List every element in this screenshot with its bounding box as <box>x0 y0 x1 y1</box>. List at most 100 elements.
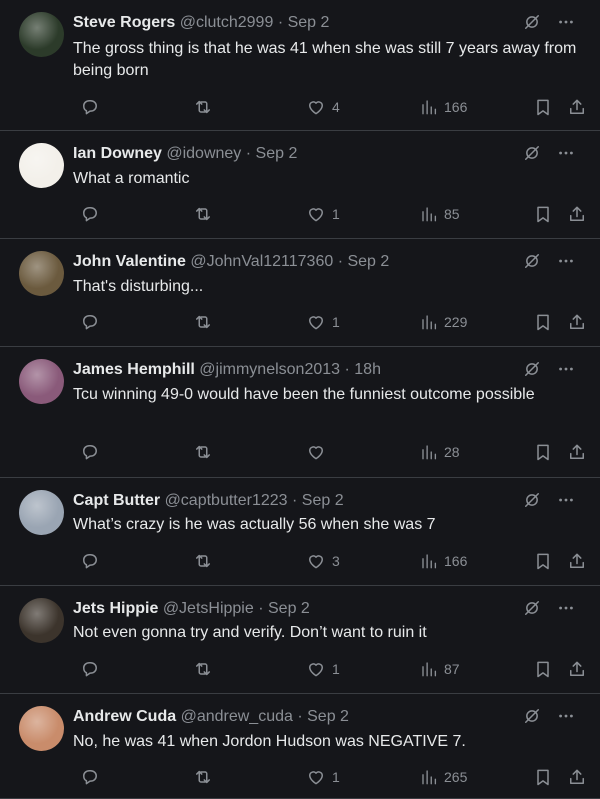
reply-button[interactable] <box>74 440 100 464</box>
grok-icon[interactable] <box>522 598 542 623</box>
bookmark-button[interactable] <box>527 95 553 119</box>
avatar[interactable] <box>19 12 64 57</box>
timestamp[interactable]: Sep 2 <box>256 145 298 162</box>
display-name[interactable]: Ian Downey <box>73 145 162 162</box>
tweet[interactable]: John Valentine @JohnVal12117360 · Sep 2 T… <box>0 239 600 347</box>
retweet-button[interactable] <box>187 765 213 789</box>
tweet[interactable]: Jets Hippie @JetsHippie · Sep 2 Not even … <box>0 586 600 694</box>
reply-button[interactable] <box>74 549 100 573</box>
views-button[interactable]: 85 <box>414 202 460 226</box>
tweet-header: Steve Rogers @clutch2999 · Sep 2 <box>73 12 329 34</box>
grok-icon[interactable] <box>522 490 542 515</box>
tweet[interactable]: Steve Rogers @clutch2999 · Sep 2 The gros… <box>0 0 600 131</box>
user-handle[interactable]: @JohnVal12117360 <box>190 253 333 270</box>
timestamp[interactable]: Sep 2 <box>268 600 310 617</box>
tweet[interactable]: James Hemphill @jimmynelson2013 · 18h Tcu… <box>0 347 600 478</box>
avatar[interactable] <box>19 490 64 535</box>
grok-icon[interactable] <box>522 359 542 384</box>
display-name[interactable]: Steve Rogers <box>73 14 175 31</box>
user-handle[interactable]: @JetsHippie <box>163 600 254 617</box>
views-button[interactable]: 166 <box>414 95 467 119</box>
more-icon[interactable] <box>556 143 576 168</box>
more-icon[interactable] <box>556 12 576 37</box>
avatar[interactable] <box>19 359 64 404</box>
retweet-button[interactable] <box>187 310 213 334</box>
more-icon[interactable] <box>556 598 576 623</box>
like-button[interactable]: 1 <box>300 202 340 226</box>
share-button[interactable] <box>561 202 587 226</box>
retweet-button[interactable] <box>187 549 213 573</box>
user-handle[interactable]: @andrew_cuda <box>181 708 293 725</box>
user-handle[interactable]: @idowney <box>166 145 241 162</box>
like-button[interactable]: 1 <box>300 310 340 334</box>
tweet[interactable]: Capt Butter @captbutter1223 · Sep 2 What’… <box>0 478 600 586</box>
like-button[interactable]: 1 <box>300 657 340 681</box>
tweet[interactable]: Andrew Cuda @andrew_cuda · Sep 2 No, he w… <box>0 694 600 799</box>
share-button[interactable] <box>561 657 587 681</box>
reply-button[interactable] <box>74 657 100 681</box>
user-handle[interactable]: @captbutter1223 <box>165 492 288 509</box>
separator-dot: · <box>297 708 303 725</box>
grok-icon[interactable] <box>522 706 542 731</box>
like-button[interactable]: 1 <box>300 765 340 789</box>
display-name[interactable]: Capt Butter <box>73 492 160 509</box>
avatar[interactable] <box>19 598 64 643</box>
views-button[interactable]: 87 <box>414 657 460 681</box>
retweet-icon <box>193 659 213 679</box>
views-button[interactable]: 166 <box>414 549 467 573</box>
views-button[interactable]: 265 <box>414 765 467 789</box>
views-button[interactable]: 229 <box>414 310 467 334</box>
grok-icon[interactable] <box>522 12 542 37</box>
timestamp[interactable]: Sep 2 <box>347 253 389 270</box>
bookmark-button[interactable] <box>527 440 553 464</box>
retweet-button[interactable] <box>187 202 213 226</box>
grok-icon[interactable] <box>522 143 542 168</box>
share-button[interactable] <box>561 440 587 464</box>
more-icon[interactable] <box>556 359 576 384</box>
bookmark-button[interactable] <box>527 657 553 681</box>
views-chart-icon <box>420 442 438 462</box>
share-button[interactable] <box>561 765 587 789</box>
display-name[interactable]: James Hemphill <box>73 361 195 378</box>
share-button[interactable] <box>561 549 587 573</box>
display-name[interactable]: Andrew Cuda <box>73 708 176 725</box>
avatar[interactable] <box>19 251 64 296</box>
display-name[interactable]: Jets Hippie <box>73 600 158 617</box>
bookmark-button[interactable] <box>527 202 553 226</box>
retweet-button[interactable] <box>187 440 213 464</box>
grok-icon[interactable] <box>522 251 542 276</box>
heart-icon <box>306 442 326 462</box>
user-handle[interactable]: @jimmynelson2013 <box>199 361 340 378</box>
like-count: 1 <box>332 206 340 222</box>
retweet-button[interactable] <box>187 657 213 681</box>
share-button[interactable] <box>561 310 587 334</box>
avatar[interactable] <box>19 706 64 751</box>
like-button[interactable]: 3 <box>300 549 340 573</box>
more-icon[interactable] <box>556 706 576 731</box>
user-handle[interactable]: @clutch2999 <box>180 14 274 31</box>
timestamp[interactable]: Sep 2 <box>288 14 330 31</box>
views-button[interactable]: 28 <box>414 440 460 464</box>
reply-button[interactable] <box>74 765 100 789</box>
bookmark-button[interactable] <box>527 765 553 789</box>
heart-icon <box>306 312 326 332</box>
more-icon[interactable] <box>556 490 576 515</box>
bookmark-icon <box>533 767 553 787</box>
timestamp[interactable]: 18h <box>354 361 381 378</box>
share-button[interactable] <box>561 95 587 119</box>
like-button[interactable]: 4 <box>300 95 340 119</box>
bookmark-button[interactable] <box>527 310 553 334</box>
display-name[interactable]: John Valentine <box>73 253 186 270</box>
timestamp[interactable]: Sep 2 <box>307 708 349 725</box>
like-button[interactable] <box>300 440 332 464</box>
more-icon[interactable] <box>556 251 576 276</box>
retweet-icon <box>193 97 213 117</box>
bookmark-button[interactable] <box>527 549 553 573</box>
reply-button[interactable] <box>74 202 100 226</box>
tweet[interactable]: Ian Downey @idowney · Sep 2 What a romant… <box>0 131 600 239</box>
retweet-button[interactable] <box>187 95 213 119</box>
reply-button[interactable] <box>74 310 100 334</box>
reply-button[interactable] <box>74 95 100 119</box>
timestamp[interactable]: Sep 2 <box>302 492 344 509</box>
avatar[interactable] <box>19 143 64 188</box>
